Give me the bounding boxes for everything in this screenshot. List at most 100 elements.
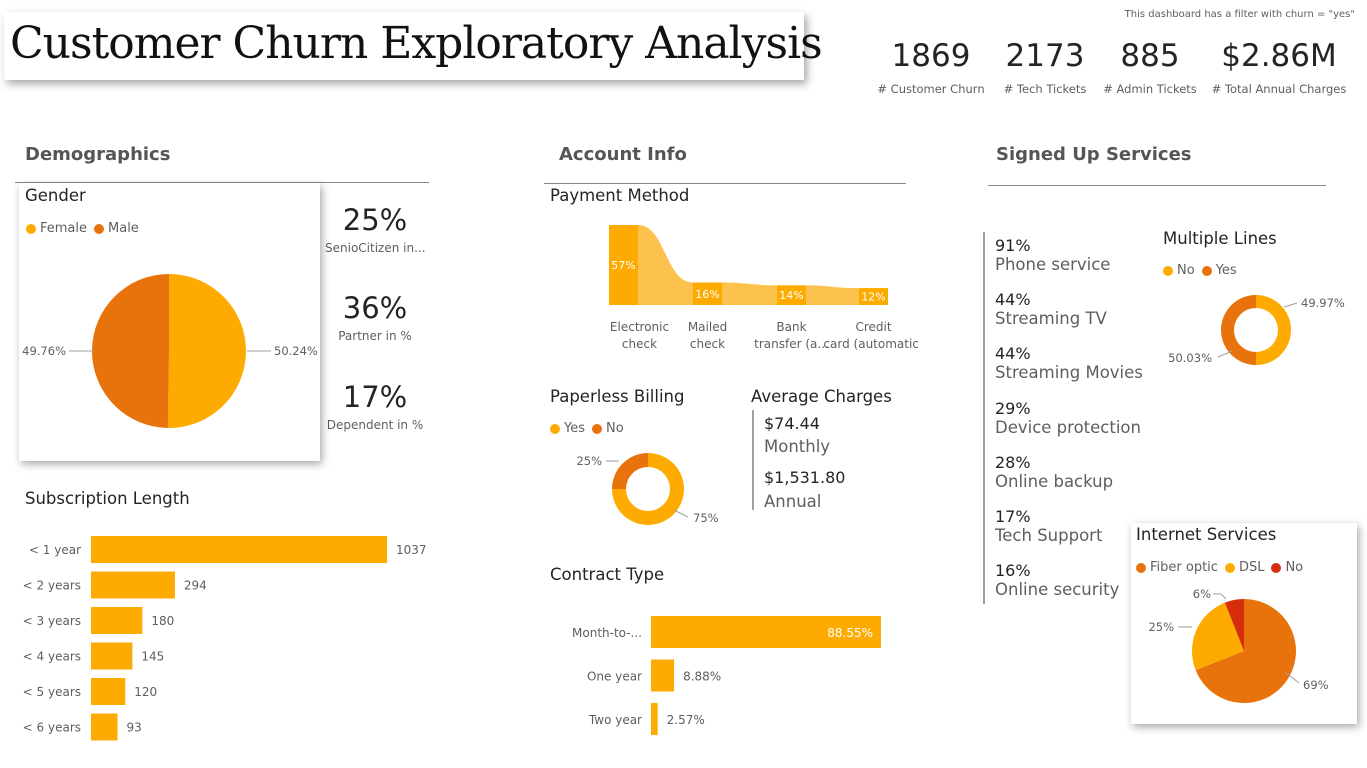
donut-slice-no[interactable]: [1256, 295, 1291, 365]
section-demographics: Demographics: [25, 144, 171, 165]
service-pct: 29%: [995, 399, 1031, 418]
subscription-title: Subscription Length: [25, 489, 190, 508]
kpi-admin-tickets: 885 # Admin Tickets: [1100, 38, 1200, 96]
category-label-2-years: < 2 years: [23, 579, 81, 593]
stat-label: Dependent in %: [326, 418, 424, 432]
legend-label: No: [606, 421, 624, 436]
bar-one-year[interactable]: [651, 659, 675, 692]
data-label-no: 6%: [1193, 587, 1211, 601]
legend-label: Yes: [564, 421, 585, 436]
data-label-one-year: 8.88%: [683, 670, 721, 684]
category-label-mailed-check: Mailed check: [688, 320, 727, 351]
list-item: 44% Streaming Movies: [995, 344, 1143, 399]
legend-item-yes[interactable]: Yes: [1201, 263, 1237, 278]
multiple-lines-title: Multiple Lines: [1163, 229, 1277, 248]
multiple-lines-donut-chart: 49.97% 50.03%: [1168, 295, 1345, 365]
service-pct: 91%: [995, 236, 1031, 255]
contract-bar-chart: Month-to-... 88.55% One year 8.88% Two year 2…: [572, 616, 881, 735]
data-label-2-years: 294: [184, 579, 207, 593]
bar-3-years[interactable]: [91, 607, 143, 634]
kpi-value: 1869: [891, 38, 971, 74]
leader-line: [673, 509, 689, 518]
section-divider: [544, 183, 906, 184]
bar-5-years[interactable]: [91, 678, 126, 705]
average-charges-title: Average Charges: [751, 387, 892, 406]
kpi-total-annual-charges: $2.86M # Total Annual Charges: [1204, 38, 1354, 96]
data-label-4-years: 145: [141, 650, 164, 664]
bar-two-year[interactable]: [651, 703, 658, 735]
service-name: Streaming TV: [995, 309, 1107, 328]
paperless-donut-chart: 75% 25%: [576, 453, 719, 525]
legend-dot: [1201, 265, 1212, 276]
kpi-label: # Tech Tickets: [1003, 82, 1087, 96]
bar-1-year[interactable]: [91, 536, 387, 563]
average-charges-divider: [752, 410, 754, 510]
kpi-customer-churn: 1869 # Customer Churn: [872, 38, 990, 96]
leader-line: [1220, 593, 1227, 600]
bar-2-years[interactable]: [91, 571, 175, 599]
category-label-credit-card-automatic: Credit card (automatic): [823, 320, 920, 351]
data-label-no: 49.97%: [1301, 296, 1345, 310]
average-annual-value: $1,531.80: [764, 468, 846, 487]
stat-value: 36%: [342, 291, 408, 325]
title-card: Customer Churn Exploratory Analysis: [4, 12, 823, 80]
service-name: Streaming Movies: [995, 363, 1143, 382]
kpi-label: # Customer Churn: [877, 82, 985, 96]
kpi-value: 885: [1120, 38, 1180, 74]
list-item: 28% Online backup: [995, 453, 1143, 507]
stat-value: 25%: [342, 203, 408, 237]
internet-services-pie-chart: 69% 25% 6%: [1148, 587, 1329, 703]
service-name: Tech Support: [995, 526, 1103, 545]
services-divider: [983, 232, 985, 604]
stat-dependent: 17% Dependent in %: [325, 380, 425, 432]
legend-dot: [1163, 265, 1173, 276]
category-label-two-year: Two year: [588, 713, 642, 727]
list-item: 16% Online security: [995, 561, 1143, 615]
section-account-info: Account Info: [559, 144, 687, 165]
category-label-6-years: < 6 years: [23, 721, 81, 735]
pie-slice-female[interactable]: [167, 274, 246, 428]
subscription-bar-chart: < 1 year 1037 < 2 years 294 < 3 years 180 < 4 …: [23, 536, 427, 741]
kpi-value: 2173: [1005, 38, 1085, 74]
data-label-electronic-check: 57%: [611, 259, 635, 272]
service-pct: 16%: [995, 561, 1031, 580]
data-label-1-year: 1037: [396, 543, 427, 557]
service-pct: 44%: [995, 344, 1031, 363]
service-name: Online security: [995, 580, 1120, 599]
data-label-yes: 75%: [693, 511, 719, 525]
donut-slice-no[interactable]: [612, 453, 648, 489]
legend-item-no[interactable]: No: [592, 421, 624, 436]
data-label-yes: 50.03%: [1168, 351, 1212, 365]
data-label-two-year: 2.57%: [667, 713, 705, 727]
data-label-bank-transfer-a: 14%: [779, 289, 803, 302]
donut-slice-yes[interactable]: [1220, 295, 1257, 365]
filter-note: This dashboard has a filter with churn =…: [1124, 9, 1355, 20]
service-name: Phone service: [995, 255, 1111, 274]
bar-4-years[interactable]: [91, 642, 133, 670]
bar-6-years[interactable]: [91, 713, 118, 741]
category-label-one-year: One year: [587, 670, 642, 684]
data-label-6-years: 93: [127, 721, 142, 735]
pie-slice-male[interactable]: [91, 274, 169, 428]
data-label-mailed-check: 16%: [695, 288, 719, 301]
paperless-title: Paperless Billing: [550, 387, 685, 406]
leader-line: [1283, 302, 1298, 308]
legend-item-yes[interactable]: Yes: [550, 421, 585, 436]
category-label-5-years: < 5 years: [23, 685, 81, 699]
list-item: 17% Tech Support: [995, 507, 1143, 561]
legend-item-no[interactable]: No: [1163, 263, 1195, 278]
average-monthly-label: Monthly: [764, 437, 831, 456]
section-signed-up-services: Signed Up Services: [996, 144, 1192, 165]
category-label-month-to: Month-to-...: [572, 626, 642, 640]
category-label-4-years: < 4 years: [23, 650, 81, 664]
kpi-label: # Admin Tickets: [1103, 82, 1197, 96]
list-item: 29% Device protection: [995, 399, 1143, 453]
legend-dot: [550, 423, 560, 434]
internet-services-card: Internet Services Fiber optic DSL No 69%…: [1131, 523, 1357, 724]
category-label-electronic-check: Electronic check: [610, 320, 669, 351]
data-label-no: 25%: [576, 454, 602, 468]
data-label-credit-card-automatic: 12%: [861, 291, 885, 304]
contract-title: Contract Type: [550, 565, 665, 584]
list-item: 91% Phone service: [995, 236, 1143, 290]
stat-senior-citizen: 25% SenioCitizen in...: [325, 203, 426, 255]
